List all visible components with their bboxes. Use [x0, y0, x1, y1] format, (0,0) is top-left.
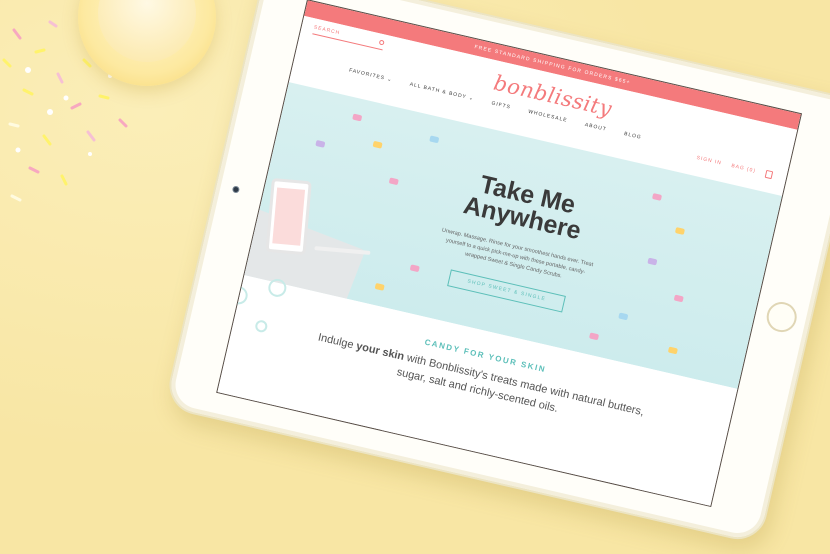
nav-item-gifts[interactable]: GIFTS [491, 100, 512, 110]
bubble-decoration [254, 319, 269, 334]
nav-item-all-bath-body[interactable]: ALL BATH & BODY ⌄ [409, 82, 475, 103]
home-button[interactable] [763, 299, 800, 336]
candy-icon [618, 312, 629, 321]
candy-icon [315, 139, 326, 148]
phone-screen-image [272, 187, 306, 246]
nav-item-wholesale[interactable]: WHOLESALE [528, 109, 568, 124]
search-placeholder: SEARCH [313, 24, 341, 37]
nav-item-about[interactable]: ABOUT [584, 122, 607, 133]
section-body-bold: your skin [355, 340, 406, 363]
search-icon[interactable] [378, 39, 385, 46]
bag-link[interactable]: BAG (0) [731, 163, 757, 174]
candy-icon [651, 193, 663, 201]
candy-icon [673, 294, 684, 303]
nav-item-favorites[interactable]: FAVORITES ⌄ [348, 68, 392, 84]
candy-icon [667, 346, 678, 355]
phone-image [265, 177, 312, 256]
candy-icon [388, 177, 399, 186]
section-body-prefix: Indulge [316, 331, 358, 352]
candy-icon [352, 113, 363, 122]
sign-in-link[interactable]: SIGN IN [696, 155, 722, 167]
camera-icon [231, 185, 241, 194]
candy-icon [588, 332, 600, 341]
bag-icon[interactable] [764, 169, 774, 180]
candy-icon [674, 227, 686, 235]
hero-title: Take Me Anywhere [459, 169, 591, 245]
candy-icon [374, 282, 385, 291]
account-links: SIGN IN BAG (0) [696, 154, 774, 180]
nav-item-blog[interactable]: BLOG [623, 131, 642, 141]
tablet-screen: FREE STANDARD SHIPPING FOR ORDERS $65+ S… [216, 0, 803, 508]
candy-icon [429, 135, 440, 144]
candy-icon [372, 140, 383, 149]
candy-icon [647, 257, 658, 266]
candy-icon [409, 264, 420, 273]
